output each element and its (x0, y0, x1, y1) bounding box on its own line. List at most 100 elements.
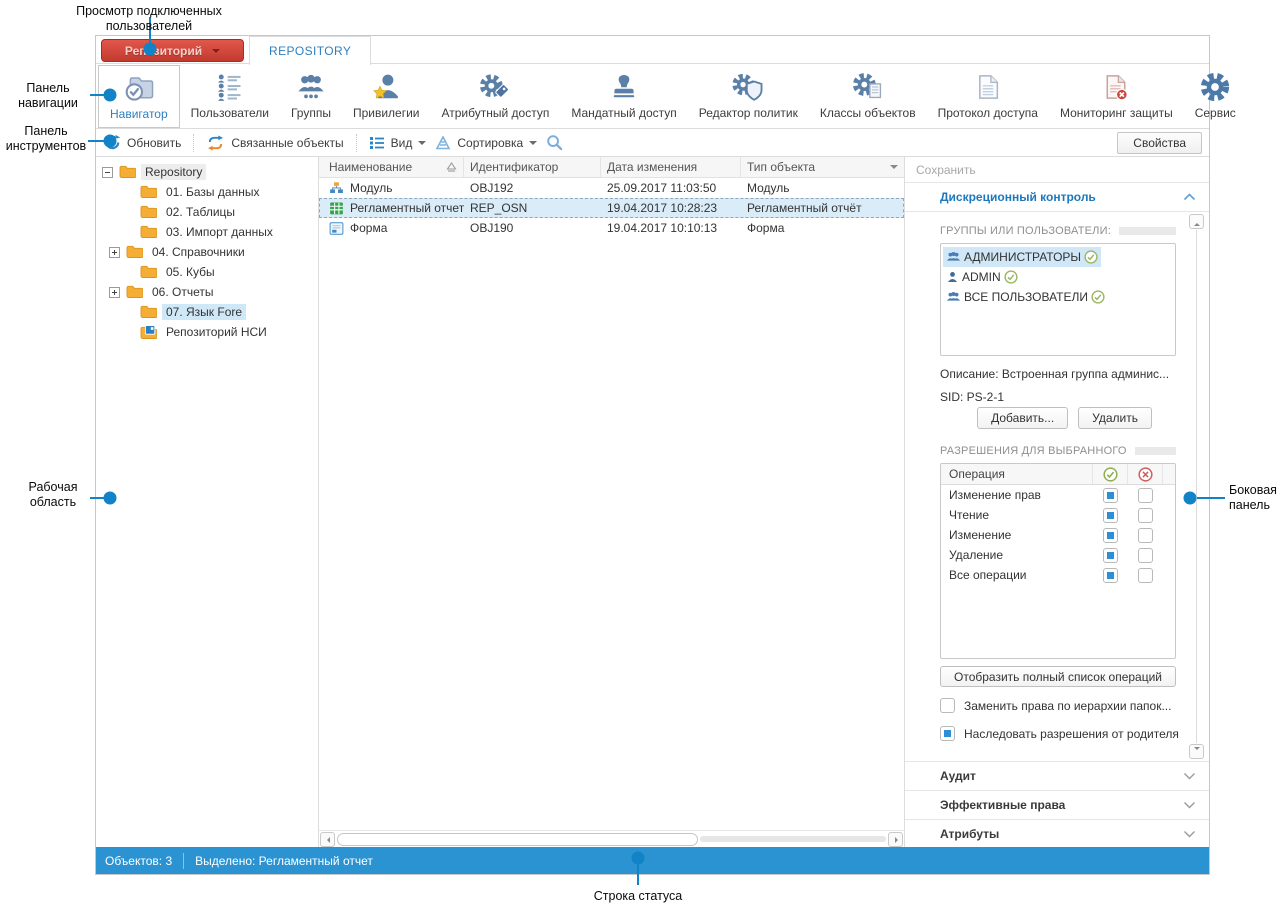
scrollbar-track[interactable] (700, 836, 886, 842)
sort-button[interactable]: Сортировка (435, 136, 537, 150)
tree-item-nsi-repository[interactable]: Репозиторий НСИ (96, 322, 318, 342)
scroll-down-button[interactable] (1189, 744, 1204, 759)
allow-checkbox[interactable] (1103, 488, 1118, 503)
tree-item-fore-language[interactable]: 07. Язык Fore (96, 302, 318, 322)
chevron-down-icon[interactable] (1183, 801, 1196, 809)
dropdown-caret-icon (212, 49, 220, 57)
permission-row: Изменение (941, 525, 1175, 545)
filter-caret-icon[interactable] (890, 165, 898, 173)
cell-date: 19.04.2017 10:10:13 (607, 221, 717, 235)
chevron-down-icon[interactable] (1183, 772, 1196, 780)
column-header-type[interactable]: Тип объекта (741, 157, 904, 177)
horizontal-scrollbar[interactable] (319, 830, 904, 847)
policy-editor-icon (732, 70, 764, 104)
ribbon-item-attribute-access[interactable]: Атрибутный доступ (431, 65, 561, 128)
section-effective-rights[interactable]: Эффективные права (905, 790, 1209, 819)
allow-checkbox[interactable] (1103, 548, 1118, 563)
ribbon-item-groups[interactable]: Группы (280, 65, 342, 128)
scroll-right-button[interactable] (888, 832, 903, 847)
replace-rights-checkbox[interactable] (940, 698, 955, 713)
ribbon-item-security-monitoring[interactable]: Мониторинг защиты (1049, 65, 1184, 128)
deny-checkbox[interactable] (1138, 528, 1153, 543)
groups-icon (296, 70, 326, 104)
deny-checkbox[interactable] (1138, 488, 1153, 503)
table-row-selected[interactable]: Регламентный отчет REP_OSN 19.04.2017 10… (319, 198, 904, 218)
search-button[interactable] (546, 134, 563, 151)
section-audit[interactable]: Аудит (905, 761, 1209, 790)
ribbon-label: Сервис (1195, 106, 1236, 120)
view-button[interactable]: Вид (369, 136, 427, 150)
ribbon-item-mandatory-access[interactable]: Мандатный доступ (560, 65, 687, 128)
table-row[interactable]: Модуль OBJ192 25.09.2017 11:03:50 Модуль (319, 178, 904, 198)
tab-repository[interactable]: REPOSITORY (249, 36, 371, 65)
collapse-icon[interactable] (102, 167, 113, 178)
tree-item-repository-root[interactable]: Repository (96, 162, 318, 182)
list-item-all-users[interactable]: ВСЕ ПОЛЬЗОВАТЕЛИ (943, 287, 1108, 307)
operation-column-header: Операция (941, 467, 1092, 481)
tree-item-dictionaries[interactable]: 04. Справочники (96, 242, 318, 262)
column-header-name[interactable]: Наименование (319, 157, 464, 177)
table-row[interactable]: Форма OBJ190 19.04.2017 10:10:13 Форма (319, 218, 904, 238)
annotation-status-line: Строка статуса (573, 889, 703, 904)
ribbon-item-service[interactable]: Сервис (1184, 65, 1247, 128)
deny-checkbox[interactable] (1138, 568, 1153, 583)
scrollbar-thumb[interactable] (337, 833, 698, 846)
ribbon-item-policy-editor[interactable]: Редактор политик (688, 65, 809, 128)
ribbon-label: Редактор политик (699, 106, 798, 120)
cell-id: REP_OSN (470, 201, 527, 215)
replace-rights-option[interactable]: Заменить права по иерархии папок... (940, 698, 1171, 713)
scroll-up-button[interactable] (1189, 214, 1204, 229)
column-header-id[interactable]: Идентификатор (464, 157, 601, 177)
status-separator (183, 853, 184, 869)
chevron-up-icon[interactable] (1183, 193, 1196, 201)
delete-button[interactable]: Удалить (1078, 407, 1152, 429)
tree-item-tables[interactable]: 02. Таблицы (96, 202, 318, 222)
allow-checkbox[interactable] (1103, 508, 1118, 523)
user-icon (946, 271, 959, 283)
tree-item-cubes[interactable]: 05. Кубы (96, 262, 318, 282)
tree-item-databases[interactable]: 01. Базы данных (96, 182, 318, 202)
tree-item-label: 01. Базы данных (162, 184, 263, 200)
ribbon-label: Группы (291, 106, 331, 120)
deny-checkbox[interactable] (1138, 508, 1153, 523)
cell-date: 19.04.2017 10:28:23 (607, 201, 717, 215)
folder-icon (119, 165, 136, 179)
scroll-left-button[interactable] (320, 832, 335, 847)
sort-indicator-icon (446, 162, 457, 172)
save-button[interactable]: Сохранить (905, 157, 1209, 183)
tree-item-reports[interactable]: 06. Отчеты (96, 282, 318, 302)
expand-icon[interactable] (109, 247, 120, 258)
service-gear-icon (1200, 70, 1230, 104)
list-item-administrators[interactable]: АДМИНИСТРАТОРЫ (943, 247, 1101, 267)
ribbon-item-privileges[interactable]: Привилегии (342, 65, 431, 128)
ribbon-item-access-protocol[interactable]: Протокол доступа (927, 65, 1049, 128)
groups-or-users-label: ГРУППЫ ИЛИ ПОЛЬЗОВАТЕЛИ: (940, 225, 1176, 237)
section-discretionary-control[interactable]: Дискреционный контроль (905, 183, 1209, 212)
related-objects-button[interactable]: Связанные объекты (206, 135, 343, 151)
label-bar (1135, 447, 1176, 455)
groups-users-listbox[interactable]: АДМИНИСТРАТОРЫ ADMIN ВСЕ ПОЛЬЗОВАТЕЛИ (940, 243, 1176, 356)
tree-item-import[interactable]: 03. Импорт данных (96, 222, 318, 242)
annotation-connected-users: Просмотр подключенных пользователей (40, 4, 258, 35)
ribbon-item-object-classes[interactable]: Классы объектов (809, 65, 927, 128)
ribbon-item-users[interactable]: Пользователи (180, 65, 280, 128)
deny-checkbox[interactable] (1138, 548, 1153, 563)
tree-item-label: 06. Отчеты (148, 284, 218, 300)
vertical-scrollbar[interactable] (1189, 214, 1204, 759)
inherit-permissions-checkbox[interactable] (940, 726, 955, 741)
expand-icon[interactable] (109, 287, 120, 298)
column-header-date[interactable]: Дата изменения (601, 157, 741, 177)
section-attributes[interactable]: Атрибуты (905, 819, 1209, 848)
allow-checkbox[interactable] (1103, 528, 1118, 543)
chevron-down-icon[interactable] (1183, 830, 1196, 838)
allow-checkbox[interactable] (1103, 568, 1118, 583)
repository-menu-button[interactable]: Репозиторий (101, 39, 244, 62)
tree-item-label: 04. Справочники (148, 244, 249, 260)
add-button[interactable]: Добавить... (977, 407, 1068, 429)
show-full-operations-button[interactable]: Отобразить полный список операций (940, 666, 1176, 687)
list-item-admin[interactable]: ADMIN (943, 267, 1021, 287)
inherit-permissions-option[interactable]: Наследовать разрешения от родителя (940, 726, 1179, 741)
selection-status: Выделено: Регламентный отчет (195, 854, 373, 868)
checkbox-label: Заменить права по иерархии папок... (964, 699, 1171, 713)
properties-button[interactable]: Свойства (1117, 132, 1202, 154)
